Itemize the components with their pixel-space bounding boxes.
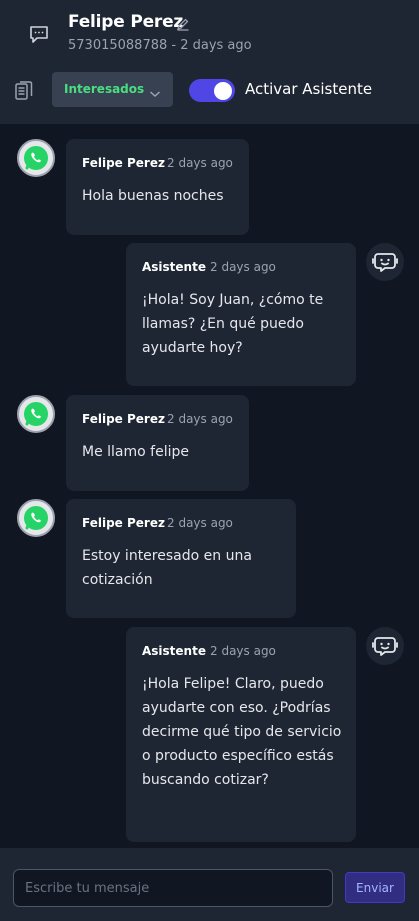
- chat-bubble-icon: [27, 22, 51, 46]
- message-text: ¡Hola Felipe! Claro, puedo ayudarte con …: [142, 676, 342, 788]
- message-bubble-assistant: Asistente 2 days ago ¡Hola! Soy Juan, ¿c…: [126, 243, 356, 386]
- message-author: Felipe Perez: [82, 412, 165, 426]
- clipboard-icon[interactable]: [14, 80, 34, 102]
- whatsapp-avatar-icon: [17, 139, 55, 177]
- message-author: Felipe Perez: [82, 516, 165, 530]
- chevron-down-icon: [149, 84, 161, 98]
- bot-avatar-icon: [366, 627, 404, 665]
- assistant-toggle-label: Activar Asistente: [245, 80, 373, 98]
- message-text: Me llamo felipe: [82, 444, 189, 460]
- message-composer: Enviar: [0, 848, 419, 921]
- message-text: ¡Hola! Soy Juan, ¿cómo te llamas? ¿En qu…: [142, 292, 324, 356]
- message-bubble-contact: Felipe Perez 2 days ago Estoy interesado…: [66, 499, 296, 618]
- status-select[interactable]: Interesados: [52, 72, 173, 107]
- message-text: Estoy interesado en una cotización: [82, 548, 252, 588]
- chat-header: Felipe Perez 573015088788 - 2 days ago I…: [0, 0, 419, 124]
- message-time: 2 days ago: [167, 516, 233, 530]
- status-select-value: Interesados: [64, 82, 145, 96]
- message-bubble-assistant: Asistente 2 days ago ¡Hola Felipe! Claro…: [126, 627, 356, 842]
- bot-avatar-icon: [366, 243, 404, 281]
- assistant-toggle[interactable]: [189, 79, 235, 102]
- message-author: Asistente: [142, 260, 206, 274]
- whatsapp-avatar-icon: [17, 499, 55, 537]
- message-time: 2 days ago: [167, 412, 233, 426]
- message-time: 2 days ago: [167, 156, 233, 170]
- message-author: Felipe Perez: [82, 156, 165, 170]
- message-input[interactable]: [13, 869, 333, 907]
- contact-name: Felipe Perez: [68, 12, 184, 32]
- message-text: Hola buenas noches: [82, 188, 224, 204]
- contact-phone-and-time: 573015088788 - 2 days ago: [68, 38, 252, 53]
- send-button[interactable]: Enviar: [345, 872, 405, 903]
- edit-icon[interactable]: [176, 16, 190, 31]
- message-author: Asistente: [142, 644, 206, 658]
- message-bubble-contact: Felipe Perez 2 days ago Hola buenas noch…: [66, 139, 249, 235]
- whatsapp-avatar-icon: [17, 395, 55, 433]
- message-time: 2 days ago: [210, 644, 276, 658]
- message-bubble-contact: Felipe Perez 2 days ago Me llamo felipe: [66, 395, 249, 491]
- toggle-knob: [214, 82, 232, 100]
- message-time: 2 days ago: [210, 260, 276, 274]
